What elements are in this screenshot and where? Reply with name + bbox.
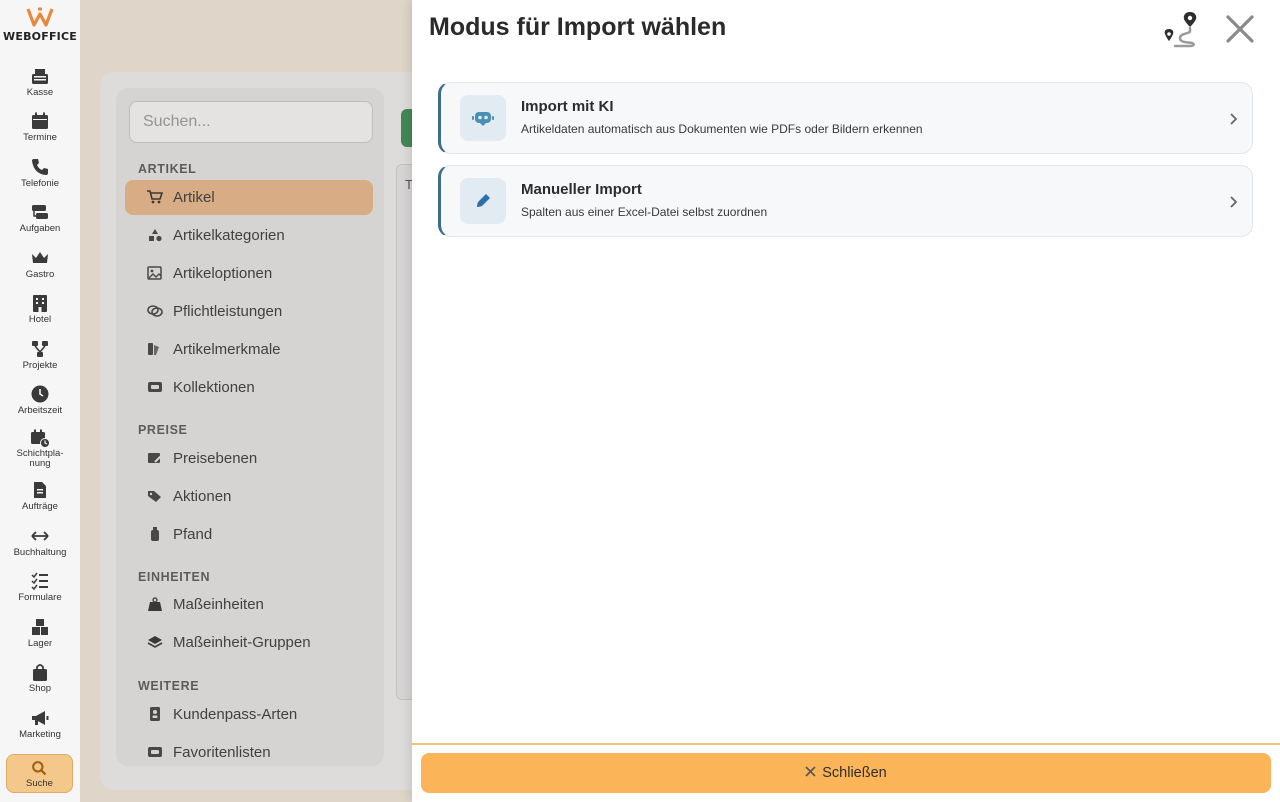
building-icon bbox=[33, 295, 47, 312]
rail-label: Marketing bbox=[19, 729, 61, 740]
rail-label: Buchhaltung bbox=[13, 547, 67, 558]
rail-item-marketing[interactable]: Marketing bbox=[0, 708, 80, 740]
import-ai-option[interactable]: Import mit KI Artikeldaten automatisch a… bbox=[438, 82, 1253, 154]
option-icon-box bbox=[460, 95, 506, 141]
option-title: Manueller Import bbox=[521, 181, 642, 198]
chevron-right-icon bbox=[1230, 196, 1238, 208]
rail-label: Hotel bbox=[28, 314, 52, 325]
rail-label: Telefonie bbox=[20, 178, 60, 189]
rail-label: Formulare bbox=[18, 592, 62, 603]
logo[interactable]: WEBOFFICE bbox=[0, 6, 80, 43]
clock-icon bbox=[31, 385, 49, 403]
rail-label: Aufgaben bbox=[19, 223, 61, 234]
rail-item-lager[interactable]: Lager bbox=[0, 617, 80, 649]
option-subtitle: Artikeldaten automatisch aus Dokumenten … bbox=[521, 122, 923, 136]
rail-label: Aufträge bbox=[22, 501, 58, 512]
rail-item-auftraege[interactable]: Aufträge bbox=[0, 480, 80, 512]
close-button[interactable]: Schließen bbox=[421, 753, 1271, 793]
chevron-right-icon bbox=[1230, 113, 1238, 125]
crown-icon bbox=[32, 252, 48, 263]
project-icon bbox=[32, 341, 48, 357]
robot-icon bbox=[472, 112, 494, 126]
rail-item-aufgaben[interactable]: Aufgaben bbox=[0, 202, 80, 234]
option-title: Import mit KI bbox=[521, 98, 614, 115]
rail-item-suche[interactable]: Suche bbox=[6, 754, 73, 793]
rail-item-arbeitszeit[interactable]: Arbeitszeit bbox=[0, 384, 80, 416]
option-subtitle: Spalten aus einer Excel-Datei selbst zuo… bbox=[521, 205, 768, 219]
document-icon bbox=[34, 482, 46, 498]
rail-item-formulare[interactable]: Formulare bbox=[0, 571, 80, 603]
drawer-title: Modus für Import wählen bbox=[429, 13, 727, 41]
rail-label: Kasse bbox=[26, 87, 54, 98]
rail-item-gastro[interactable]: Gastro bbox=[0, 248, 80, 280]
close-button-label: Schließen bbox=[822, 765, 887, 781]
rail-item-hotel[interactable]: Hotel bbox=[0, 293, 80, 325]
search-icon bbox=[32, 761, 47, 776]
weboffice-logo-icon bbox=[26, 7, 54, 27]
bag-icon bbox=[33, 664, 47, 681]
checklist-icon bbox=[31, 572, 48, 591]
rail-label: Arbeitszeit bbox=[17, 405, 63, 416]
rail-label: Shop bbox=[28, 683, 52, 694]
route-icon[interactable] bbox=[1162, 10, 1202, 48]
rail-label: Projekte bbox=[22, 360, 58, 371]
shift-calendar-icon bbox=[31, 429, 50, 448]
close-x-icon bbox=[805, 766, 816, 777]
phone-icon bbox=[32, 159, 48, 175]
rail-label: nung bbox=[29, 458, 51, 469]
import-mode-drawer: Modus für Import wählen Import mit KI Ar… bbox=[412, 0, 1280, 802]
footer-divider bbox=[412, 743, 1280, 745]
rail-item-telefonie[interactable]: Telefonie bbox=[0, 157, 80, 189]
logo-text: WEBOFFICE bbox=[3, 30, 77, 43]
megaphone-icon bbox=[32, 711, 49, 725]
rail-item-kasse[interactable]: Kasse bbox=[0, 66, 80, 98]
rail-item-termine[interactable]: Termine bbox=[0, 111, 80, 143]
rail-item-projekte[interactable]: Projekte bbox=[0, 339, 80, 371]
rail-label: Suche bbox=[26, 778, 53, 789]
rail-label: Termine bbox=[23, 132, 57, 143]
boxes-icon bbox=[32, 619, 48, 635]
rail-item-schichtplanung[interactable]: Schichtpla- nung bbox=[0, 428, 80, 469]
calendar-icon bbox=[32, 112, 48, 129]
rail-label: Gastro bbox=[25, 269, 55, 280]
rail-label: Lager bbox=[27, 638, 53, 649]
tasks-icon bbox=[32, 205, 48, 219]
left-rail: WEBOFFICE Kasse Termine Telefonie Aufgab… bbox=[0, 0, 80, 802]
manual-import-option[interactable]: Manueller Import Spalten aus einer Excel… bbox=[438, 165, 1253, 237]
option-icon-box bbox=[460, 178, 506, 224]
arrows-icon bbox=[31, 531, 49, 541]
rail-item-shop[interactable]: Shop bbox=[0, 662, 80, 694]
pencil-icon bbox=[477, 194, 490, 207]
close-icon[interactable] bbox=[1225, 14, 1255, 44]
rail-item-buchhaltung[interactable]: Buchhaltung bbox=[0, 526, 80, 558]
cash-register-icon bbox=[32, 69, 48, 84]
